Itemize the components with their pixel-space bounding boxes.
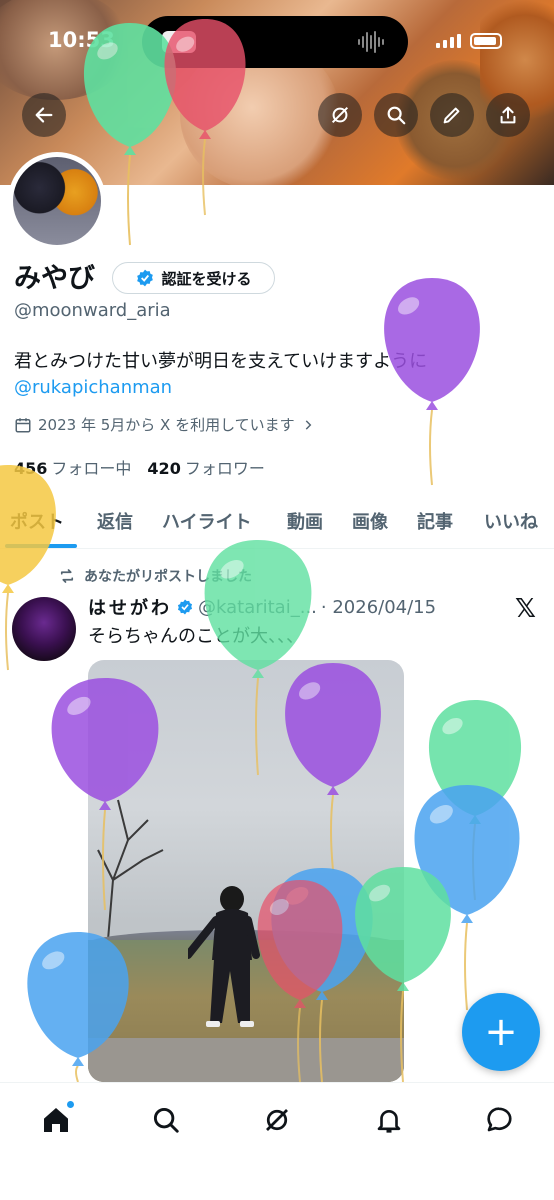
verified-badge-icon [177, 599, 193, 615]
chevron-right-icon [305, 419, 311, 430]
followers-link[interactable]: 420 フォロワー [147, 455, 264, 479]
following-link[interactable]: 456 フォロー中 [14, 455, 131, 479]
tab-replies[interactable]: 返信 [97, 508, 133, 534]
verified-badge-icon [137, 269, 154, 287]
status-time: 10:53 [48, 28, 115, 52]
repost-label: あなたがリポストしました [84, 569, 252, 585]
post-text: そらちゃんのことが大、、、 [88, 626, 304, 647]
nav-grok[interactable] [260, 1103, 294, 1137]
nav-search[interactable] [149, 1103, 183, 1137]
search-icon [387, 106, 406, 125]
profile-tabs: ポスト 返信 ハイライト 動画 画像 記事 いいね [0, 500, 554, 549]
tab-photos[interactable]: 画像 [352, 508, 388, 534]
followers-count: 420 [147, 459, 181, 478]
dynamic-island [142, 16, 408, 68]
audio-wave-icon [358, 30, 386, 54]
nav-notifications[interactable] [372, 1103, 406, 1137]
post-header: はせがわ @kataritai_... · 2026/04/15 [88, 594, 436, 620]
notification-dot [66, 1100, 75, 1109]
tab-highlights[interactable]: ハイライト [162, 508, 252, 534]
post-date: · 2026/04/15 [320, 596, 437, 618]
person-figure [188, 886, 260, 1027]
compose-post-button[interactable]: + [462, 993, 540, 1071]
battery-icon [470, 33, 502, 49]
edit-icon [443, 107, 460, 124]
search-button[interactable] [374, 93, 418, 137]
edit-button[interactable] [430, 93, 474, 137]
profile-handle: @moonward_aria [14, 300, 171, 321]
messages-icon [487, 1107, 512, 1132]
balloon-decoration [428, 700, 522, 901]
joined-date-row[interactable]: 2023 年 5月から X を利用しています [14, 414, 315, 435]
home-icon [44, 1108, 68, 1132]
nav-home[interactable] [39, 1100, 75, 1137]
tab-articles[interactable]: 記事 [417, 508, 453, 534]
active-tab-indicator [5, 544, 77, 548]
repost-indicator: あなたがリポストしました [58, 566, 252, 586]
camera-indicator-icon [162, 31, 196, 53]
profile-avatar[interactable] [8, 152, 106, 250]
signal-icon [436, 34, 461, 48]
grok-button[interactable] [318, 93, 362, 137]
follow-stats: 456 フォロー中 420 フォロワー [14, 455, 265, 479]
calendar-icon [15, 417, 31, 432]
search-icon [153, 1107, 179, 1133]
balloon-decoration [414, 785, 520, 1011]
balloon-decoration [384, 278, 480, 486]
repost-icon [60, 569, 74, 583]
nav-messages[interactable] [482, 1103, 516, 1137]
grok-icon [266, 1109, 288, 1131]
x-logo-icon: 𝕏 [515, 594, 536, 624]
tab-likes[interactable]: いいね [484, 508, 538, 534]
get-verified-button[interactable]: 認証を受ける [112, 262, 275, 294]
back-arrow-icon [35, 107, 53, 123]
share-icon [500, 106, 516, 124]
post-author-handle[interactable]: @kataritai_... [198, 597, 317, 618]
get-verified-label: 認証を受ける [161, 269, 252, 288]
bottom-navigation [0, 1082, 554, 1200]
followers-label: フォロワー [184, 459, 265, 478]
back-button[interactable] [22, 93, 66, 137]
joined-date-text: 2023 年 5月から X を利用しています [38, 416, 295, 434]
share-button[interactable] [486, 93, 530, 137]
following-label: フォロー中 [51, 459, 132, 478]
tab-posts[interactable]: ポスト [10, 508, 64, 534]
following-count: 456 [14, 459, 48, 478]
grok-icon [331, 106, 349, 124]
post-author-name[interactable]: はせがわ [88, 594, 172, 620]
profile-bio: 君とみつけた甘い夢が明日を支えていけますように [14, 351, 428, 372]
tab-videos[interactable]: 動画 [287, 508, 323, 534]
post-photo[interactable] [88, 660, 404, 1082]
bio-mention-link[interactable]: @rukapichanman [14, 377, 172, 398]
notifications-icon [377, 1110, 401, 1133]
profile-name: みやび [14, 263, 95, 294]
post-author-avatar[interactable] [12, 597, 76, 661]
